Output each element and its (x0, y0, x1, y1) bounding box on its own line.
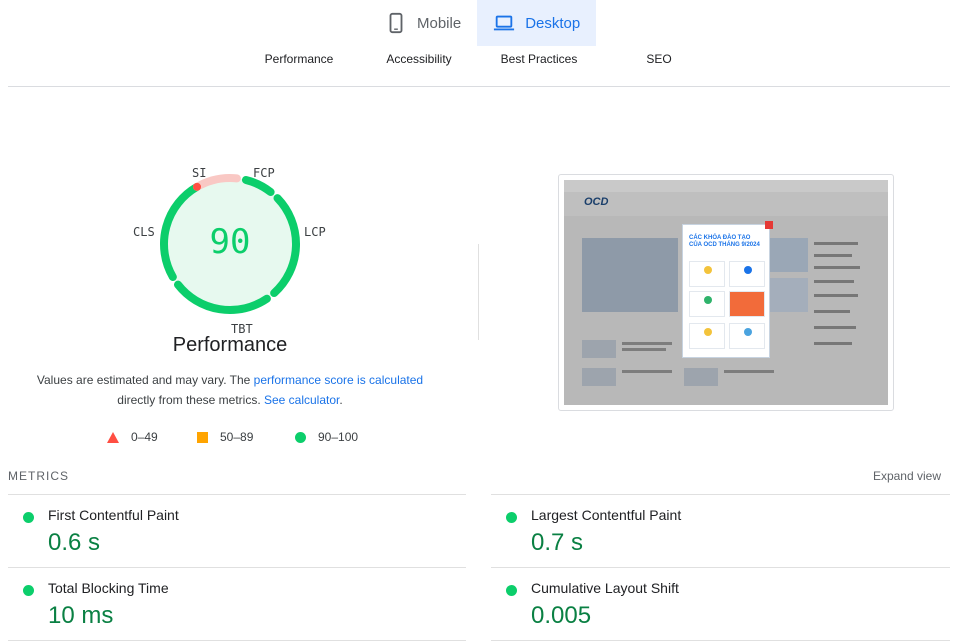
screenshot-side-6 (814, 310, 850, 313)
metrics-heading: METRICS (8, 469, 69, 483)
tab-desktop-label: Desktop (525, 14, 581, 32)
screenshot-side-4 (814, 280, 854, 283)
popup-cell-6 (729, 323, 765, 349)
legend-pass: 90–100 (295, 430, 358, 444)
legend-average: 50–89 (197, 430, 253, 444)
circle-icon (295, 431, 306, 443)
screenshot-text-2 (622, 348, 666, 351)
popup-close-icon (765, 221, 773, 229)
legend-fail-range: 0–49 (131, 430, 158, 444)
screenshot-side-7 (814, 326, 856, 329)
tab-mobile-label: Mobile (417, 14, 462, 32)
gauge-label-lcp: LCP (304, 225, 326, 239)
pass-circle-icon (23, 512, 34, 523)
category-tabs: Performance Accessibility Best Practices… (0, 52, 958, 70)
metrics-divider-left-2 (8, 567, 466, 568)
metric-name: Cumulative Layout Shift (531, 580, 679, 596)
device-tabs: Mobile Desktop (369, 0, 597, 46)
screenshot-popup: CÁC KHÓA ĐÀO TẠO CỦA OCD THÁNG 9/2024 (682, 221, 773, 358)
page-screenshot[interactable]: OCD CÁC KHÓA ĐÀO TẠO CỦA OCD THÁNG 9/202… (558, 174, 894, 411)
metrics-divider-right-1 (491, 494, 950, 495)
screenshot-nav (564, 192, 888, 216)
see-calculator-link[interactable]: See calculator (264, 393, 339, 407)
screenshot-image: OCD CÁC KHÓA ĐÀO TẠO CỦA OCD THÁNG 9/202… (564, 180, 888, 405)
popup-cell-4 (729, 291, 765, 317)
popup-cell-2 (729, 261, 765, 287)
screenshot-logo: OCD (584, 196, 609, 208)
screenshot-text-3 (622, 370, 672, 373)
screenshot-list-thumb-1 (582, 340, 616, 358)
screenshot-list-thumb-2 (582, 368, 616, 386)
tab-mobile[interactable]: Mobile (369, 0, 477, 46)
header-divider (8, 86, 950, 87)
legend-fail: 0–49 (107, 430, 158, 444)
legend-pass-range: 90–100 (318, 430, 359, 444)
popup-cell-1 (689, 261, 725, 287)
screenshot-list-thumb-3 (684, 368, 718, 386)
vertical-divider (478, 244, 479, 340)
expand-view-button[interactable]: Expand view (873, 469, 941, 483)
performance-score: 90 (209, 222, 251, 262)
gauge-label-cls: CLS (133, 225, 155, 239)
note-text-1: Values are estimated and may vary. The (36, 373, 254, 387)
smartphone-icon (389, 12, 403, 34)
popup-title: CÁC KHÓA ĐÀO TẠO CỦA OCD THÁNG 9/2024 (689, 235, 760, 248)
gauge-si-marker (193, 182, 201, 191)
screenshot-hero (582, 238, 678, 312)
score-note: Values are estimated and may vary. The p… (20, 370, 440, 410)
note-text-3: . (339, 393, 343, 407)
metric-name: Total Blocking Time (48, 580, 169, 596)
pass-circle-icon (506, 512, 517, 523)
score-calculated-link[interactable]: performance score is calculated (254, 373, 423, 387)
gauge-title: Performance (172, 334, 288, 356)
gauge-label-fcp: FCP (253, 166, 275, 180)
metric-name: Largest Contentful Paint (531, 507, 682, 523)
screenshot-topbar (564, 180, 888, 192)
tab-accessibility[interactable]: Accessibility (386, 52, 451, 66)
metric-value: 10 ms (48, 602, 114, 629)
tab-performance[interactable]: Performance (265, 52, 334, 66)
note-text-2: directly from these metrics. (117, 393, 264, 407)
metric-value: 0.005 (531, 602, 592, 629)
screenshot-thumb-2 (770, 278, 808, 312)
metrics-divider-right-2 (491, 567, 950, 568)
popup-cell-3 (689, 291, 725, 317)
pass-circle-icon (23, 585, 34, 596)
screenshot-side-5 (814, 294, 858, 297)
pass-circle-icon (506, 585, 517, 596)
square-icon (197, 431, 208, 443)
tab-best-practices[interactable]: Best Practices (501, 52, 578, 66)
triangle-icon (107, 431, 119, 443)
metric-value: 0.7 s (531, 529, 584, 556)
metric-name: First Contentful Paint (48, 507, 179, 523)
laptop-icon (494, 15, 515, 31)
tab-seo[interactable]: SEO (646, 52, 671, 66)
performance-gauge (160, 174, 300, 314)
gauge-label-si: SI (192, 166, 207, 180)
screenshot-side-8 (814, 342, 852, 345)
screenshot-side-3 (814, 266, 860, 269)
screenshot-text-4 (724, 370, 774, 373)
tab-desktop[interactable]: Desktop (477, 0, 597, 46)
screenshot-thumb-1 (770, 238, 808, 272)
metrics-divider-left-1 (8, 494, 466, 495)
metric-value: 0.6 s (48, 529, 101, 556)
screenshot-side-2 (814, 254, 852, 257)
popup-cell-5 (689, 323, 725, 349)
screenshot-text-1 (622, 342, 672, 345)
legend-average-range: 50–89 (220, 430, 254, 444)
screenshot-side-1 (814, 242, 858, 245)
